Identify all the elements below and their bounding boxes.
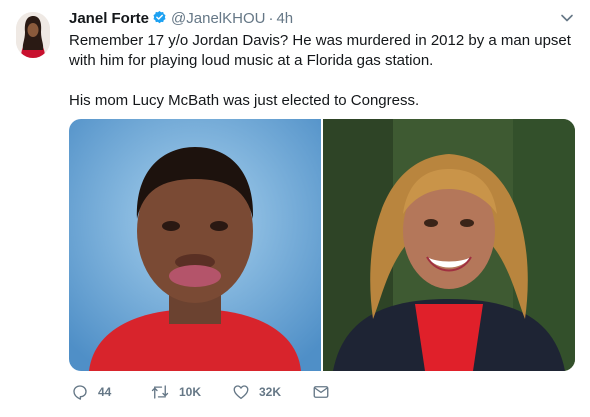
tweet-text-paragraph-2: His mom Lucy McBath was just elected to … xyxy=(69,92,420,109)
reply-icon xyxy=(73,385,87,400)
like-icon xyxy=(233,385,249,400)
tweet-media[interactable] xyxy=(69,119,575,371)
like-count: 32K xyxy=(259,385,282,399)
separator-dot: · xyxy=(268,10,274,27)
tweet[interactable]: Janel Forte @JanelKHOU · 4h Remember 17 y/… xyxy=(0,0,590,417)
verified-badge-icon xyxy=(153,10,166,24)
direct-message-icon xyxy=(313,386,329,398)
tweet-text-paragraph-1: Remember 17 y/o Jordan Davis? He was mur… xyxy=(69,32,571,69)
retweet-icon xyxy=(151,385,169,399)
reply-count: 44 xyxy=(98,385,112,399)
author-handle[interactable]: @JanelKHOU xyxy=(171,10,265,27)
tweet-header: Janel Forte @JanelKHOU · 4h xyxy=(69,9,569,29)
direct-message-button[interactable] xyxy=(312,382,330,402)
retweet-button[interactable]: 10K xyxy=(150,382,201,402)
retweet-count: 10K xyxy=(179,385,202,399)
avatar[interactable] xyxy=(16,12,50,58)
tweet-timestamp[interactable]: 4h xyxy=(276,10,293,27)
photo-lucy-mcbath[interactable] xyxy=(323,119,575,371)
author-name[interactable]: Janel Forte xyxy=(69,10,149,27)
like-button[interactable]: 32K xyxy=(232,382,281,402)
tweet-text: Remember 17 y/o Jordan Davis? He was mur… xyxy=(69,31,574,111)
photo-jordan-davis[interactable] xyxy=(69,119,321,371)
chevron-down-icon[interactable] xyxy=(560,13,574,23)
avatar-image xyxy=(16,12,50,58)
reply-button[interactable]: 44 xyxy=(71,382,111,402)
tweet-actions: 44 10K 32K xyxy=(69,382,449,402)
